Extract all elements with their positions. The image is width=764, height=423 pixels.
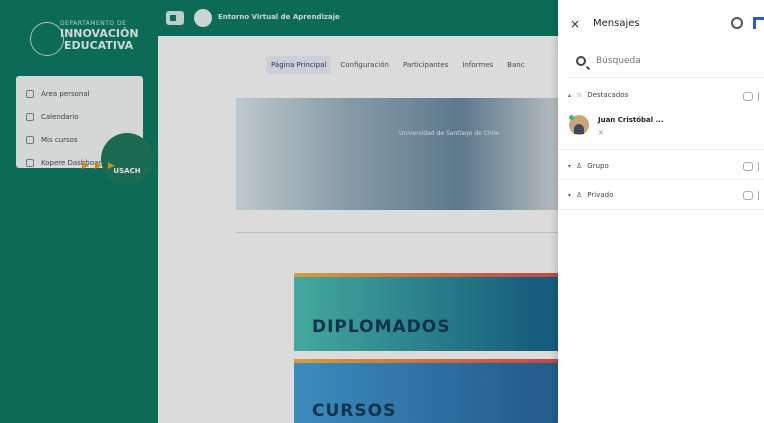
messages-search — [568, 50, 764, 78]
unread-count-icon — [743, 162, 753, 171]
section-header-grupo[interactable]: ▾ ♙ Grupo — [568, 162, 609, 170]
section-header-privado[interactable]: ▾ ♙ Privado — [568, 191, 613, 199]
contacts-icon[interactable] — [753, 17, 764, 29]
count-edge-icon — [758, 191, 764, 200]
count-edge-icon — [758, 162, 764, 171]
section-privado: ▾ ♙ Privado — [558, 181, 764, 210]
section-label: Grupo — [587, 162, 609, 170]
contact-name: Juan Cristóbal ... — [598, 116, 664, 124]
close-drawer-button[interactable]: × — [570, 17, 580, 31]
contact-meta: ✕ — [598, 129, 604, 137]
drawer-title: Mensajes — [593, 18, 640, 29]
chevron-up-icon: ▴ — [568, 91, 572, 99]
online-status-icon — [569, 115, 574, 120]
section-label: Destacados — [587, 91, 629, 99]
group-icon: ♙ — [576, 162, 583, 170]
section-header-destacados[interactable]: ▴ ☆ Destacados — [568, 91, 628, 99]
unread-count-icon — [743, 191, 753, 200]
conversation-item[interactable]: Juan Cristóbal ... ✕ — [568, 112, 758, 144]
section-label: Privado — [587, 191, 614, 199]
count-edge-icon — [758, 92, 764, 101]
messages-drawer: × Mensajes ▴ ☆ Destacados Juan Cristóbal… — [558, 0, 764, 423]
user-icon: ♙ — [576, 191, 583, 199]
page-dim-overlay[interactable] — [0, 0, 558, 423]
star-icon: ☆ — [576, 91, 583, 99]
chevron-down-icon: ▾ — [568, 191, 572, 199]
search-icon — [576, 56, 586, 66]
unread-count-icon — [743, 92, 753, 101]
search-input[interactable] — [596, 56, 746, 66]
avatar — [569, 115, 589, 135]
section-grupo: ▾ ♙ Grupo — [558, 153, 764, 180]
chevron-down-icon: ▾ — [568, 162, 572, 170]
gear-icon[interactable] — [731, 17, 743, 29]
drawer-header: × Mensajes — [558, 0, 764, 48]
